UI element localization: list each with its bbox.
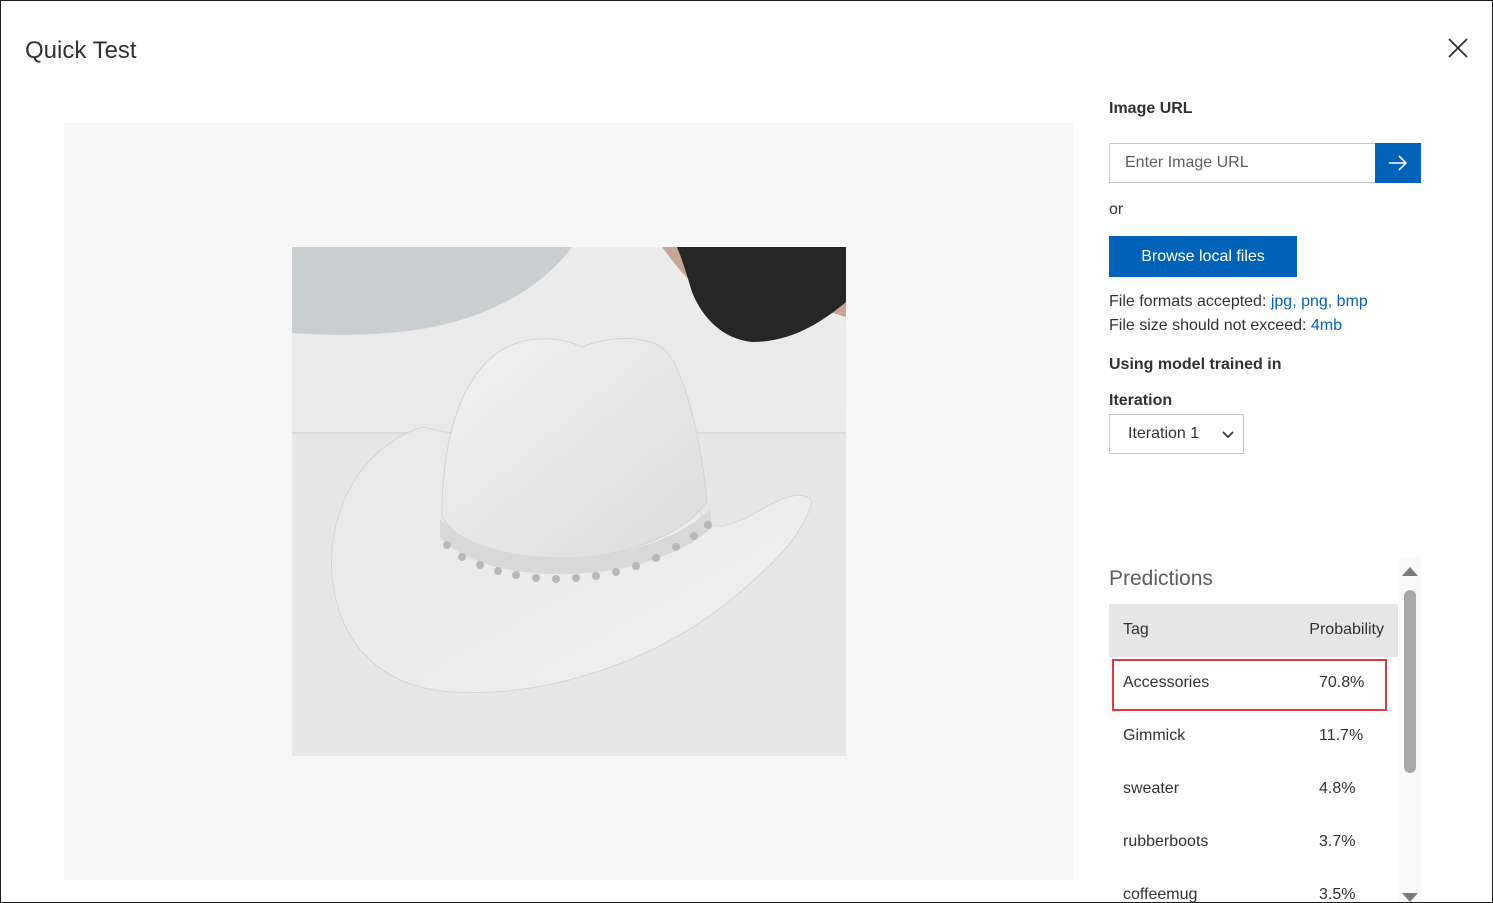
prediction-probability: 3.5% xyxy=(1319,886,1356,903)
dialog-title: Quick Test xyxy=(25,37,137,64)
file-size-info: File size should not exceed: 4mb xyxy=(1109,317,1342,335)
prediction-tag: coffeemug xyxy=(1123,886,1198,903)
close-button[interactable] xyxy=(1441,31,1475,65)
prediction-tag: Accessories xyxy=(1123,674,1210,691)
probability-column-header: Probability xyxy=(1309,621,1384,638)
arrow-right-icon xyxy=(1389,155,1408,171)
file-size-label: File size should not exceed: xyxy=(1109,317,1311,334)
submit-url-button[interactable] xyxy=(1375,143,1421,183)
table-row: coffeemug 3.5% xyxy=(1109,869,1398,903)
prediction-probability: 70.8% xyxy=(1319,674,1365,691)
file-formats-info: File formats accepted: jpg, png, bmp xyxy=(1109,293,1368,311)
file-formats-label: File formats accepted: xyxy=(1109,293,1271,310)
predictions-table-header: Tag Probability xyxy=(1109,604,1398,657)
using-model-label: Using model trained in xyxy=(1109,356,1282,373)
scroll-up-arrow-icon[interactable] xyxy=(1402,567,1418,576)
table-row: Accessories 70.8% xyxy=(1109,657,1398,710)
predictions-table: Tag Probability Accessories 70.8% Gimmic… xyxy=(1109,604,1398,903)
table-row: Gimmick 11.7% xyxy=(1109,710,1398,763)
table-row: rubberboots 3.7% xyxy=(1109,816,1398,869)
tag-column-header: Tag xyxy=(1123,621,1149,638)
preview-image xyxy=(292,247,846,756)
file-formats-link[interactable]: jpg, png, bmp xyxy=(1271,293,1368,310)
table-row: sweater 4.8% xyxy=(1109,763,1398,816)
iteration-dropdown[interactable]: Iteration 1 xyxy=(1109,414,1244,454)
prediction-tag: rubberboots xyxy=(1123,833,1209,850)
chevron-down-icon xyxy=(1222,431,1234,439)
or-separator: or xyxy=(1109,201,1124,218)
image-url-label: Image URL xyxy=(1109,100,1193,117)
predictions-title: Predictions xyxy=(1109,567,1213,590)
browse-local-files-button[interactable]: Browse local files xyxy=(1109,236,1297,277)
file-size-value: 4mb xyxy=(1310,317,1343,334)
quick-test-dialog: Quick Test Image URL Enter Image URL or … xyxy=(0,0,1493,903)
image-url-input[interactable] xyxy=(1109,143,1376,183)
scroll-down-arrow-icon[interactable] xyxy=(1402,893,1418,902)
prediction-probability: 3.7% xyxy=(1319,833,1356,850)
prediction-tag: Gimmick xyxy=(1123,727,1186,744)
iteration-label: Iteration xyxy=(1109,392,1173,409)
close-icon xyxy=(1448,38,1468,58)
iteration-selected-value: Iteration 1 xyxy=(1128,425,1200,442)
prediction-probability: 11.7% xyxy=(1319,727,1364,744)
scrollbar-thumb[interactable] xyxy=(1404,590,1416,773)
image-preview-area xyxy=(64,123,1073,880)
prediction-probability: 4.8% xyxy=(1319,780,1356,797)
prediction-tag: sweater xyxy=(1123,780,1180,797)
predictions-scrollbar[interactable] xyxy=(1399,557,1421,902)
